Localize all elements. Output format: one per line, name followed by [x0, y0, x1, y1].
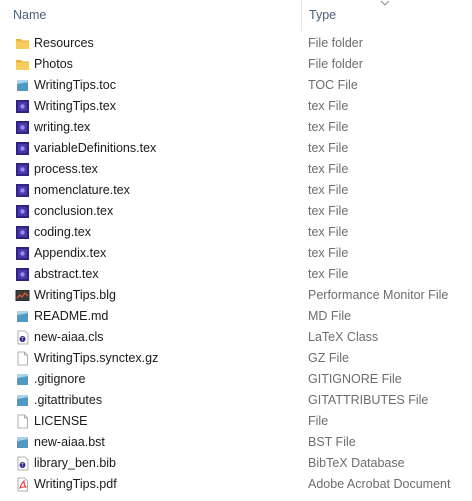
- generic-file-icon: [15, 435, 30, 450]
- file-name: WritingTips.pdf: [34, 477, 117, 491]
- tex-file-icon: [15, 120, 30, 135]
- file-name: new-aiaa.bst: [34, 435, 105, 449]
- file-type: File folder: [308, 36, 363, 50]
- file-type: MD File: [308, 309, 352, 323]
- column-divider[interactable]: [301, 0, 302, 31]
- file-type: File: [308, 414, 329, 428]
- file-row[interactable]: README.md MD File: [0, 306, 472, 327]
- latex-class-icon: T: [15, 330, 30, 345]
- file-name: library_ben.bib: [34, 456, 116, 470]
- file-row[interactable]: WritingTips.pdf Adobe Acrobat Document: [0, 474, 472, 495]
- file-row[interactable]: writing.tex tex File: [0, 117, 472, 138]
- file-row[interactable]: WritingTips.toc TOC File: [0, 75, 472, 96]
- file-name: Photos: [34, 57, 73, 71]
- file-type: TOC File: [308, 78, 358, 92]
- file-name: writing.tex: [34, 120, 91, 134]
- file-name: WritingTips.blg: [34, 288, 116, 302]
- file-row[interactable]: abstract.tex tex File: [0, 264, 472, 285]
- file-type: GITATTRIBUTES File: [308, 393, 429, 407]
- generic-file-icon: [15, 78, 30, 93]
- column-header-bar: Name Type: [0, 0, 472, 31]
- file-type: GZ File: [308, 351, 349, 365]
- file-name: .gitattributes: [34, 393, 103, 407]
- file-type: Performance Monitor File: [308, 288, 449, 302]
- tex-file-icon: [15, 246, 30, 261]
- file-row[interactable]: new-aiaa.bst BST File: [0, 432, 472, 453]
- file-name: variableDefinitions.tex: [34, 141, 157, 155]
- tex-file-icon: [15, 141, 30, 156]
- file-row[interactable]: .gitignore GITIGNORE File: [0, 369, 472, 390]
- column-header-type[interactable]: Type: [309, 8, 336, 22]
- file-row[interactable]: conclusion.tex tex File: [0, 201, 472, 222]
- folder-icon: [15, 57, 30, 72]
- tex-file-icon: [15, 183, 30, 198]
- file-name: abstract.tex: [34, 267, 99, 281]
- file-type: Adobe Acrobat Document: [308, 477, 451, 491]
- file-type: tex File: [308, 120, 349, 134]
- file-name: Appendix.tex: [34, 246, 107, 260]
- file-row[interactable]: Tlibrary_ben.bib BibTeX Database: [0, 453, 472, 474]
- latex-class-icon: T: [15, 456, 30, 471]
- file-row[interactable]: Resources File folder: [0, 33, 472, 54]
- file-type: File folder: [308, 57, 363, 71]
- blank-file-icon: [15, 414, 30, 429]
- svg-text:T: T: [20, 463, 24, 468]
- file-name: WritingTips.tex: [34, 99, 116, 113]
- file-name: .gitignore: [34, 372, 86, 386]
- file-type: tex File: [308, 141, 349, 155]
- sort-chevron-icon[interactable]: [380, 0, 390, 7]
- file-row[interactable]: WritingTips.blg Performance Monitor File: [0, 285, 472, 306]
- file-type: tex File: [308, 225, 349, 239]
- file-name: LICENSE: [34, 414, 88, 428]
- file-name: README.md: [34, 309, 109, 323]
- file-type: BibTeX Database: [308, 456, 405, 470]
- folder-icon: [15, 36, 30, 51]
- file-name: process.tex: [34, 162, 98, 176]
- file-row[interactable]: Appendix.tex tex File: [0, 243, 472, 264]
- file-type: BST File: [308, 435, 356, 449]
- generic-file-icon: [15, 309, 30, 324]
- generic-file-icon: [15, 393, 30, 408]
- perfmon-file-icon: [15, 288, 30, 303]
- file-name: conclusion.tex: [34, 204, 114, 218]
- file-list: Resources File folder Photos File folder Wri…: [0, 33, 472, 495]
- file-type: tex File: [308, 99, 349, 113]
- svg-text:T: T: [20, 337, 24, 342]
- file-type: tex File: [308, 267, 349, 281]
- file-row[interactable]: Tnew-aiaa.cls LaTeX Class: [0, 327, 472, 348]
- tex-file-icon: [15, 225, 30, 240]
- file-row[interactable]: coding.tex tex File: [0, 222, 472, 243]
- file-name: WritingTips.toc: [34, 78, 116, 92]
- tex-file-icon: [15, 204, 30, 219]
- file-type: tex File: [308, 204, 349, 218]
- file-row[interactable]: WritingTips.tex tex File: [0, 96, 472, 117]
- file-row[interactable]: LICENSE File: [0, 411, 472, 432]
- file-name: Resources: [34, 36, 94, 50]
- generic-file-icon: [15, 372, 30, 387]
- file-row[interactable]: variableDefinitions.tex tex File: [0, 138, 472, 159]
- column-header-name[interactable]: Name: [13, 8, 46, 22]
- file-row[interactable]: nomenclature.tex tex File: [0, 180, 472, 201]
- file-type: tex File: [308, 246, 349, 260]
- file-row[interactable]: WritingTips.synctex.gz GZ File: [0, 348, 472, 369]
- tex-file-icon: [15, 162, 30, 177]
- file-type: LaTeX Class: [308, 330, 379, 344]
- file-row[interactable]: .gitattributes GITATTRIBUTES File: [0, 390, 472, 411]
- file-name: nomenclature.tex: [34, 183, 130, 197]
- file-type: GITIGNORE File: [308, 372, 402, 386]
- file-type: tex File: [308, 162, 349, 176]
- file-row[interactable]: process.tex tex File: [0, 159, 472, 180]
- tex-file-icon: [15, 267, 30, 282]
- file-name: coding.tex: [34, 225, 91, 239]
- blank-file-icon: [15, 351, 30, 366]
- file-name: new-aiaa.cls: [34, 330, 104, 344]
- file-row[interactable]: Photos File folder: [0, 54, 472, 75]
- tex-file-icon: [15, 99, 30, 114]
- pdf-file-icon: [15, 477, 30, 492]
- file-type: tex File: [308, 183, 349, 197]
- file-name: WritingTips.synctex.gz: [34, 351, 159, 365]
